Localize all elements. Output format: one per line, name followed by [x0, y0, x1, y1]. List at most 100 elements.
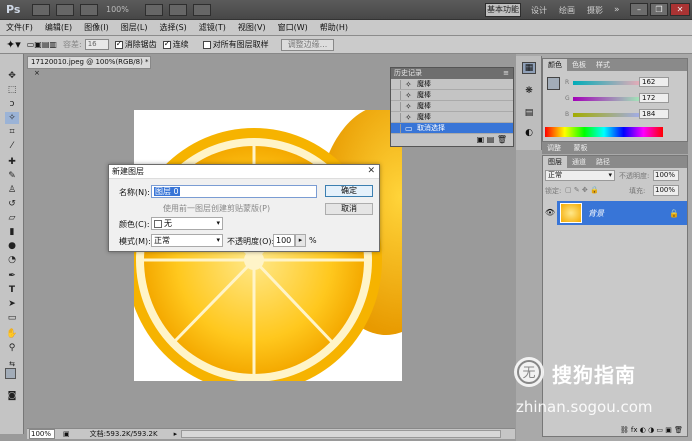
dialog-close-icon[interactable]: ✕ — [367, 166, 375, 176]
b-value[interactable]: 184 — [639, 109, 669, 119]
r-slider[interactable] — [573, 81, 647, 85]
tab-paths[interactable]: 路径 — [591, 156, 615, 168]
history-panel-menu-icon[interactable]: ≡ — [503, 68, 509, 79]
cancel-button[interactable]: 取消 — [325, 203, 373, 215]
history-item[interactable]: ✧ 魔棒 — [391, 112, 513, 123]
history-item[interactable]: ✧ 魔棒 — [391, 79, 513, 90]
document-tab[interactable]: 17120010.jpeg @ 100%(RGB/8) * × — [27, 56, 151, 77]
screen-mode-icon[interactable] — [192, 3, 211, 16]
menu-window[interactable]: 窗口(W) — [272, 22, 314, 33]
restore-button[interactable]: ❐ — [650, 3, 668, 16]
tab-swatches[interactable]: 色板 — [567, 59, 591, 71]
menu-edit[interactable]: 编辑(E) — [39, 22, 78, 33]
clone-stamp-icon[interactable]: ♙ — [5, 184, 19, 196]
hand-tool-icon[interactable] — [144, 3, 163, 16]
more-workspaces-icon[interactable]: » — [614, 5, 620, 15]
horizontal-scrollbar[interactable] — [181, 430, 502, 438]
quick-mask-icon[interactable]: ◙ — [5, 390, 19, 402]
history-footer-icons[interactable]: ▣ ▤ 🗑 — [391, 134, 513, 146]
marquee-tool-icon[interactable]: ⬚ — [5, 84, 19, 96]
eyedropper-tool-icon[interactable]: ⁄ — [5, 140, 19, 152]
character-panel-icon[interactable]: ▤ — [522, 108, 536, 120]
eraser-tool-icon[interactable]: ▱ — [5, 212, 19, 224]
b-slider[interactable] — [573, 113, 647, 117]
gradient-tool-icon[interactable]: ▮ — [5, 226, 19, 238]
color-panel-foreground-swatch[interactable] — [547, 77, 560, 90]
dialog-opacity-input[interactable]: 100 — [273, 234, 295, 247]
layer-opacity-input[interactable]: 100% — [653, 170, 679, 181]
close-document-icon[interactable]: × — [34, 69, 40, 77]
r-value[interactable]: 162 — [639, 77, 669, 87]
selection-mode-icons[interactable]: ▭▣▤▥ — [27, 40, 57, 49]
type-tool-icon[interactable]: T — [5, 284, 19, 296]
ok-button[interactable]: 确定 — [325, 185, 373, 197]
healing-brush-icon[interactable]: ✚ — [5, 156, 19, 168]
refine-edge-button[interactable]: 调整边缘... — [280, 38, 335, 51]
history-item[interactable]: ✧ 魔棒 — [391, 101, 513, 112]
blur-tool-icon[interactable]: ● — [5, 240, 19, 252]
history-brush-icon[interactable]: ↺ — [5, 198, 19, 210]
menu-filter[interactable]: 滤镜(T) — [193, 22, 232, 33]
lasso-tool-icon[interactable]: ↄ — [5, 98, 19, 110]
shape-tool-icon[interactable]: ▭ — [5, 312, 19, 324]
brush-tool-icon[interactable]: ✎ — [5, 170, 19, 182]
pen-tool-icon[interactable]: ✒ — [5, 270, 19, 282]
view-extras-icon[interactable] — [80, 3, 98, 16]
tab-channels[interactable]: 通道 — [567, 156, 591, 168]
sample-all-checkbox[interactable]: 对所有图层取样 — [202, 39, 269, 50]
menu-file[interactable]: 文件(F) — [0, 22, 39, 33]
menu-layer[interactable]: 图层(L) — [115, 22, 154, 33]
workspace-painting[interactable]: 绘画 — [559, 5, 575, 16]
dialog-title-bar[interactable]: 新建图层 — [109, 165, 379, 179]
workspace-essentials-button[interactable]: 基本功能 — [485, 3, 521, 17]
info-panel-icon[interactable]: ◐ — [522, 128, 536, 140]
g-value[interactable]: 172 — [639, 93, 669, 103]
status-menu-arrow-icon[interactable]: ▸ — [174, 430, 178, 438]
history-panel-icon[interactable]: ▦ — [522, 62, 536, 74]
mode-select[interactable]: 正常 ▾ — [151, 234, 223, 247]
magic-wand-tool-icon[interactable]: ✧ — [5, 112, 19, 124]
hand-tool-icon-2[interactable]: ✋ — [5, 328, 19, 340]
minibridge-icon[interactable] — [56, 3, 74, 16]
antialias-checkbox[interactable]: 消除锯齿 — [114, 39, 157, 50]
magic-wand-preset-icon[interactable]: ✦▾ — [6, 38, 21, 51]
dodge-tool-icon[interactable]: ◔ — [5, 254, 19, 266]
layer-visibility-eye-icon[interactable]: 👁 — [543, 201, 557, 225]
move-tool-icon[interactable]: ✥ — [5, 70, 19, 82]
color-spectrum-bar[interactable] — [545, 127, 663, 137]
foreground-color-swatch[interactable] — [5, 368, 16, 379]
menu-image[interactable]: 图像(I) — [78, 22, 115, 33]
layer-row-background[interactable]: 👁 背景 🔒 — [543, 201, 687, 225]
history-item-selected[interactable]: ▭ 取消选择 — [391, 123, 513, 134]
g-slider[interactable] — [573, 97, 647, 101]
actions-panel-icon[interactable]: ❋ — [522, 86, 536, 98]
history-item[interactable]: ✧ 魔棒 — [391, 90, 513, 101]
tab-color[interactable]: 颜色 — [543, 59, 567, 71]
bridge-icon[interactable] — [32, 3, 50, 16]
crop-tool-icon[interactable]: ⌗ — [5, 126, 19, 138]
arrange-documents-icon[interactable] — [168, 3, 187, 16]
tab-adjustments[interactable]: 调整 — [542, 142, 566, 154]
workspace-design[interactable]: 设计 — [531, 5, 547, 16]
tab-layers[interactable]: 图层 — [543, 156, 567, 168]
zoom-level-dropdown[interactable]: 100% — [106, 5, 129, 14]
blend-mode-select[interactable]: 正常 ▾ — [545, 170, 615, 181]
menu-help[interactable]: 帮助(H) — [314, 22, 354, 33]
menu-select[interactable]: 选择(S) — [153, 22, 192, 33]
minimize-button[interactable]: – — [630, 3, 648, 16]
tab-styles[interactable]: 样式 — [591, 59, 615, 71]
menu-view[interactable]: 视图(V) — [232, 22, 272, 33]
contiguous-checkbox[interactable]: 连续 — [162, 39, 189, 50]
layers-footer-icons[interactable]: ⛓ fx ◐ ◑ ▭ ▣ 🗑 — [543, 426, 687, 436]
status-zoom-field[interactable]: 100% — [29, 429, 55, 439]
layer-name-input[interactable]: 图层 0 — [151, 185, 317, 198]
zoom-tool-icon[interactable]: ⚲ — [5, 342, 19, 354]
workspace-photography[interactable]: 摄影 — [587, 5, 603, 16]
tolerance-input[interactable]: 16 — [84, 39, 109, 50]
tab-masks[interactable]: 蒙板 — [569, 142, 593, 154]
history-panel-header[interactable]: 历史记录 ≡ — [391, 68, 513, 79]
fill-input[interactable]: 100% — [653, 185, 679, 196]
color-select[interactable]: 无 ▾ — [151, 217, 223, 230]
close-window-button[interactable]: ✕ — [670, 3, 690, 16]
lock-icons[interactable]: ▢ ✎ ✥ 🔒 — [565, 186, 599, 194]
